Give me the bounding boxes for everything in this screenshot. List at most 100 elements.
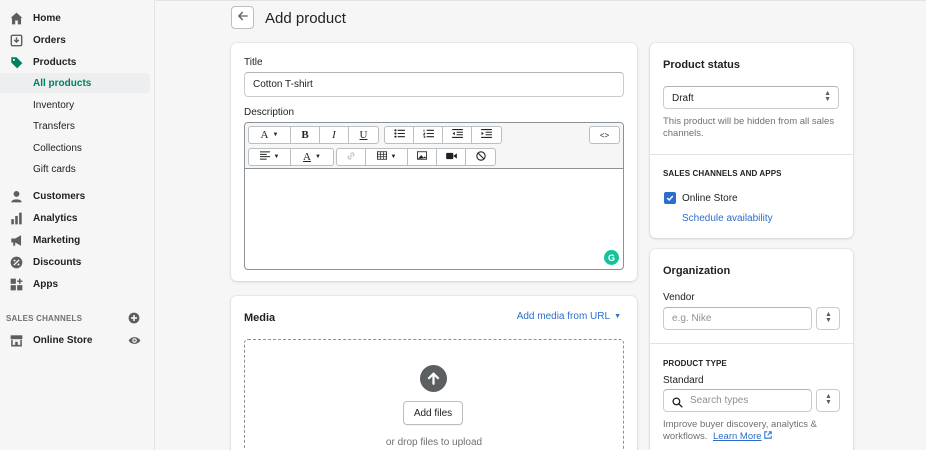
- add-files-button[interactable]: Add files: [403, 401, 463, 425]
- description-editor: A ▼ B I U <> ▼ A ▼ ▼ G: [244, 122, 624, 270]
- add-media-url-label: Add media from URL: [516, 311, 611, 322]
- search-icon: [672, 395, 683, 416]
- sidebar-item-label: Customers: [33, 190, 86, 202]
- font-format-label: A: [260, 129, 269, 141]
- vendor-label: Vendor: [663, 292, 695, 303]
- back-button[interactable]: [231, 6, 254, 29]
- sidebar-subitem-label: All products: [33, 78, 92, 89]
- link-icon: [346, 151, 356, 164]
- outdent-icon: [451, 129, 463, 141]
- caret-down-icon: ▼: [273, 154, 280, 160]
- title-input[interactable]: Cotton T-shirt: [244, 72, 624, 97]
- bold-button[interactable]: B: [291, 127, 320, 143]
- sidebar-item-label: Home: [33, 12, 61, 24]
- product-status-card: Product status Draft ▲ ▼ This product wil…: [650, 43, 853, 238]
- online-store-channel-label: Online Store: [682, 193, 738, 204]
- learn-more-link[interactable]: Learn More: [713, 431, 762, 442]
- sidebar-subitem-inventory[interactable]: Inventory: [0, 95, 150, 115]
- italic-button[interactable]: I: [320, 127, 349, 143]
- eye-icon[interactable]: [128, 334, 141, 347]
- indent-button[interactable]: [472, 127, 501, 143]
- person-icon: [9, 189, 23, 203]
- status-select-value: Draft: [672, 93, 694, 104]
- sidebar-item-label: Online Store: [33, 334, 93, 346]
- clear-format-button[interactable]: [466, 149, 495, 165]
- sidebar-subitem-transfers[interactable]: Transfers: [0, 116, 150, 136]
- vendor-dropdown-button[interactable]: ▲ ▼: [816, 307, 840, 330]
- organization-card: Organization Vendor e.g. Nike ▲ ▼ PRODUCT…: [650, 249, 853, 450]
- sidebar-item-products[interactable]: Products: [0, 52, 150, 72]
- underline-button[interactable]: U: [349, 127, 378, 143]
- tag-icon: [9, 55, 23, 69]
- sidebar-item-customers[interactable]: Customers: [0, 186, 150, 206]
- select-arrows-icon: ▲ ▼: [824, 90, 831, 103]
- caret-down-icon: ▼: [614, 313, 621, 320]
- sidebar-item-label: Analytics: [33, 212, 78, 224]
- text-color-label: A: [303, 151, 311, 163]
- store-icon: [9, 333, 23, 347]
- select-arrows-icon: ▲ ▼: [825, 311, 832, 324]
- add-media-url-link[interactable]: Add media from URL ▼: [517, 311, 621, 322]
- html-source-button[interactable]: <>: [590, 127, 619, 143]
- insert-table-dropdown[interactable]: ▼: [366, 149, 408, 165]
- main-content: Add product Title Cotton T-shirt Descrip…: [156, 0, 926, 450]
- online-store-checkbox[interactable]: [664, 192, 676, 204]
- grammarly-icon[interactable]: G: [604, 250, 619, 265]
- drop-hint-text: or drop files to upload: [385, 437, 483, 448]
- sidebar-nav: Home Orders Products All products Invent…: [0, 0, 155, 450]
- orders-icon: [9, 33, 23, 47]
- top-divider: [156, 0, 926, 1]
- numbered-list-icon: [422, 129, 434, 141]
- select-arrows-icon: ▲ ▼: [825, 393, 832, 406]
- megaphone-icon: [9, 233, 23, 247]
- caret-down-icon: ▼: [390, 154, 397, 160]
- sidebar-subitem-gift-cards[interactable]: Gift cards: [0, 159, 150, 179]
- product-type-help: Improve buyer discovery, analytics & wor…: [663, 419, 843, 443]
- image-icon: [417, 151, 427, 163]
- sales-channels-apps-heading: SALES CHANNELS AND APPS: [663, 169, 782, 178]
- video-icon: [445, 152, 457, 163]
- bullet-list-icon: [393, 129, 405, 141]
- schedule-availability-link[interactable]: Schedule availability: [682, 213, 773, 224]
- media-card: Media Add media from URL ▼ Add files or …: [231, 296, 637, 450]
- discount-icon: [9, 255, 23, 269]
- numbered-list-button[interactable]: [414, 127, 443, 143]
- status-select[interactable]: Draft ▲ ▼: [663, 86, 839, 109]
- insert-image-button[interactable]: [408, 149, 437, 165]
- sidebar-subitem-collections[interactable]: Collections: [0, 138, 150, 158]
- title-label: Title: [244, 57, 263, 68]
- outdent-button[interactable]: [443, 127, 472, 143]
- sidebar-subitem-label: Collections: [33, 143, 82, 154]
- sidebar-item-marketing[interactable]: Marketing: [0, 230, 150, 250]
- text-format-group: A ▼ B I U: [248, 126, 379, 144]
- sidebar-subitem-label: Transfers: [33, 121, 75, 132]
- product-type-heading: PRODUCT TYPE: [663, 359, 727, 368]
- bar-chart-icon: [9, 211, 23, 225]
- media-dropzone[interactable]: Add files or drop files to upload: [244, 339, 624, 450]
- sidebar-subitem-all-products[interactable]: All products: [0, 73, 150, 93]
- sidebar-item-apps[interactable]: Apps: [0, 274, 150, 294]
- align-dropdown[interactable]: ▼: [249, 149, 291, 165]
- list-group: [384, 126, 502, 144]
- text-color-dropdown[interactable]: A ▼: [291, 149, 333, 165]
- product-type-search-input[interactable]: Search types: [663, 389, 812, 412]
- sidebar-subitem-label: Gift cards: [33, 164, 76, 175]
- align-left-icon: [259, 151, 270, 163]
- sidebar-item-label: Discounts: [33, 256, 82, 268]
- sidebar-item-home[interactable]: Home: [0, 8, 150, 28]
- sidebar-item-discounts[interactable]: Discounts: [0, 252, 150, 272]
- insert-video-button[interactable]: [437, 149, 466, 165]
- sidebar-item-analytics[interactable]: Analytics: [0, 208, 150, 228]
- vendor-input[interactable]: e.g. Nike: [663, 307, 812, 330]
- sales-channels-heading: SALES CHANNELS: [6, 314, 83, 323]
- sidebar-item-label: Products: [33, 56, 77, 68]
- media-title: Media: [244, 312, 276, 324]
- editor-toolbar: A ▼ B I U <> ▼ A ▼ ▼: [245, 123, 623, 169]
- font-format-dropdown[interactable]: A ▼: [249, 127, 291, 143]
- insert-link-button[interactable]: [337, 149, 366, 165]
- product-type-dropdown-button[interactable]: ▲ ▼: [816, 389, 840, 412]
- sidebar-item-orders[interactable]: Orders: [0, 30, 150, 50]
- organization-title: Organization: [663, 265, 731, 277]
- bullet-list-button[interactable]: [385, 127, 414, 143]
- add-sales-channel-icon[interactable]: [128, 312, 140, 324]
